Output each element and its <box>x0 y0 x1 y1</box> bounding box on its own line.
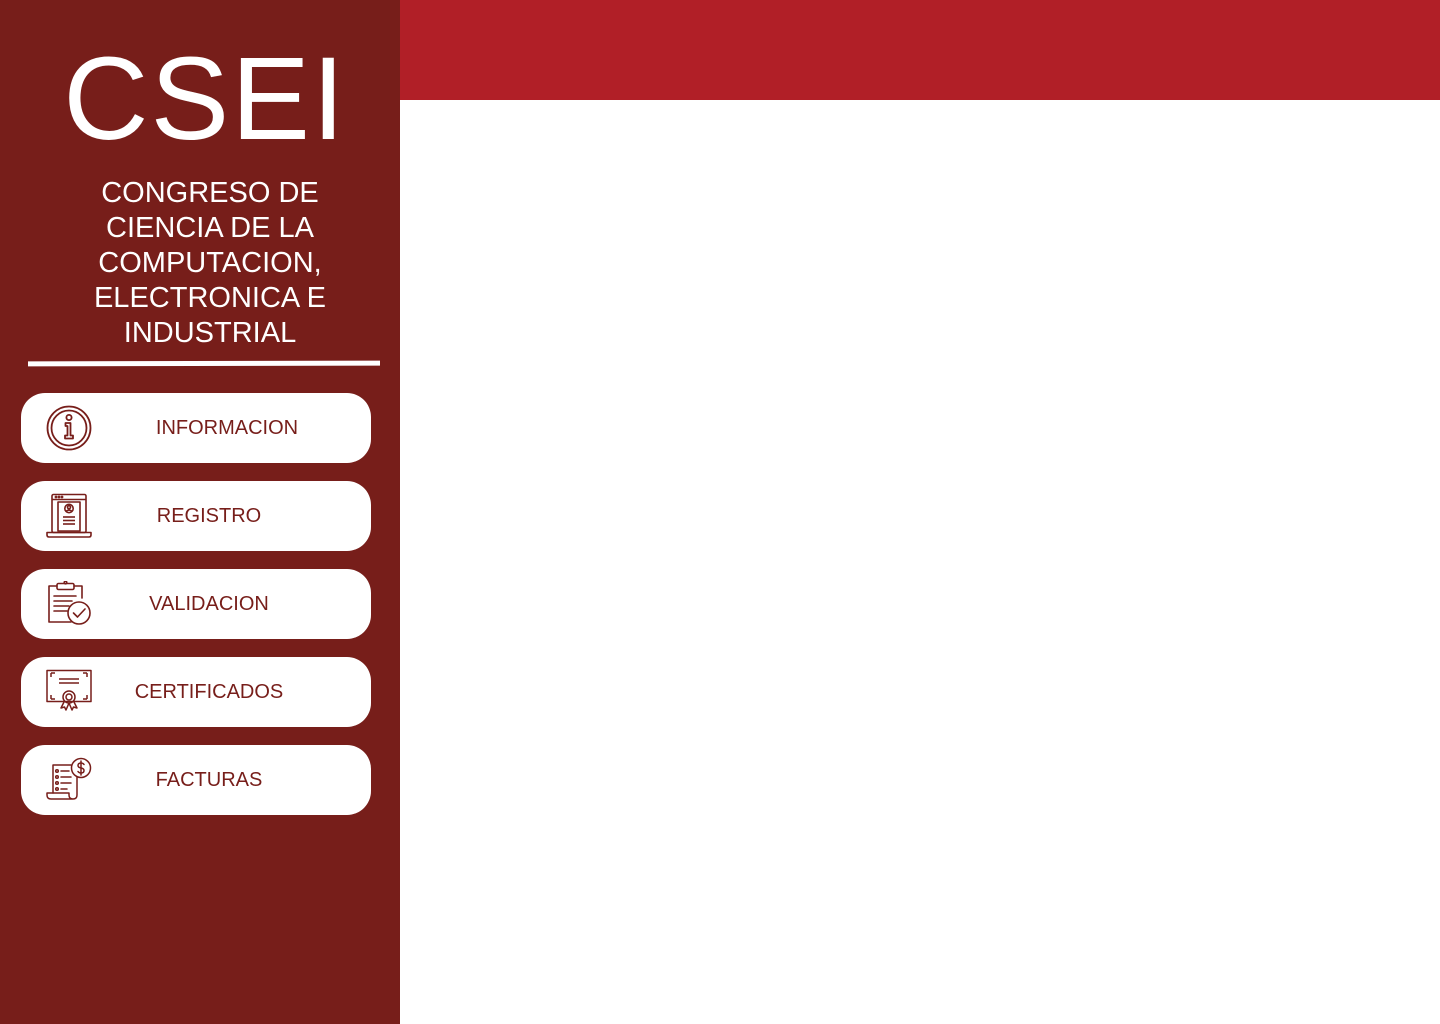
sidebar-item-label: VALIDACION <box>149 593 269 615</box>
certificate-icon <box>45 669 93 715</box>
sidebar-item-informacion[interactable]: INFORMACION <box>21 393 371 463</box>
top-bar <box>400 0 1440 100</box>
info-icon <box>45 405 93 451</box>
congress-subtitle: CONGRESO DE CIENCIA DE LA COMPUTACION, E… <box>93 177 327 349</box>
sidebar-item-label: FACTURAS <box>155 769 263 791</box>
main-content <box>400 100 1440 1024</box>
sidebar-divider <box>27 360 381 367</box>
sidebar-item-label: CERTIFICADOS <box>134 681 284 703</box>
registration-icon <box>45 493 93 539</box>
validation-clipboard-icon <box>45 581 93 627</box>
sidebar-item-label: INFORMACION <box>155 417 299 439</box>
sidebar-item-label: REGISTRO <box>156 505 262 527</box>
app-window: CSEI CONGRESO DE CIENCIA DE LA COMPUTACI… <box>0 0 1440 1024</box>
invoice-icon <box>45 757 93 803</box>
sidebar-item-facturas[interactable]: FACTURAS <box>21 745 371 815</box>
sidebar: CSEI CONGRESO DE CIENCIA DE LA COMPUTACI… <box>0 0 400 1024</box>
logo-text: CSEI <box>63 33 347 165</box>
sidebar-item-certificados[interactable]: CERTIFICADOS <box>21 657 371 727</box>
sidebar-item-validacion[interactable]: VALIDACION <box>21 569 371 639</box>
sidebar-item-registro[interactable]: REGISTRO <box>21 481 371 551</box>
